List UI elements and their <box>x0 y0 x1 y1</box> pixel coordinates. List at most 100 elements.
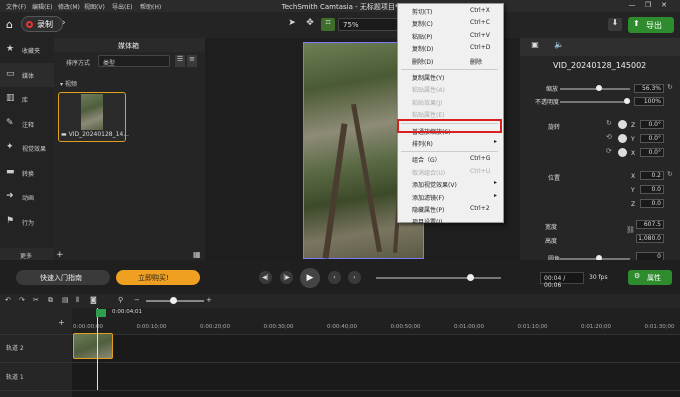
zoom-in-icon[interactable]: + <box>206 296 212 304</box>
playhead[interactable] <box>97 308 98 390</box>
timeline-ruler[interactable] <box>72 308 680 334</box>
scale-field[interactable]: 56.3% <box>634 84 664 93</box>
track-2-label[interactable]: 轨道 2 <box>6 343 24 352</box>
nav-item[interactable]: ▭ 媒体 <box>0 62 54 87</box>
nav-item[interactable]: ⚑ 行为 <box>0 210 54 234</box>
undo-icon[interactable]: ↶ <box>5 296 11 304</box>
menu-item[interactable]: 文件(F) <box>6 2 26 11</box>
reset-icon[interactable]: ↻ <box>667 83 673 91</box>
track-1-label[interactable]: 轨道 1 <box>6 372 24 381</box>
audio-tab-icon[interactable]: 🔈 <box>552 40 566 52</box>
timeline-clip[interactable] <box>73 333 113 359</box>
rotation-z-dial[interactable] <box>618 120 627 129</box>
zoom-icon[interactable]: ⚲ <box>118 296 123 304</box>
nav-item[interactable]: ✎ 注释 <box>0 112 54 136</box>
menu-item-shortcut: Ctrl+X <box>470 7 490 14</box>
buy-now-button[interactable]: 立即购买! <box>116 270 200 285</box>
quick-start-button[interactable]: 快速入门指南 <box>16 270 110 285</box>
menu-item[interactable]: 帮助(H) <box>140 2 161 11</box>
nav-item[interactable]: ▬ 转换 <box>0 161 54 185</box>
grid-view-icon[interactable]: ▦ <box>193 250 205 260</box>
home-icon[interactable]: ⌂ <box>6 18 18 31</box>
maximize-icon[interactable]: ❐ <box>641 1 655 11</box>
play-icon[interactable]: ▶ <box>300 268 320 288</box>
position-z-field[interactable]: 0.0 <box>640 199 664 208</box>
sort-order-icon[interactable]: ≡ <box>187 55 197 67</box>
pan-icon[interactable]: ✥ <box>303 18 317 31</box>
scale-slider[interactable] <box>560 88 630 90</box>
context-menu-item[interactable]: 添加视觉效果(V) ▸ <box>398 178 503 190</box>
copy-icon[interactable]: ⧉ <box>48 296 53 305</box>
chevron-right-icon[interactable]: › <box>62 18 74 30</box>
menu-item[interactable]: 编辑(E) <box>32 2 52 11</box>
minimize-icon[interactable]: — <box>625 1 639 11</box>
nav-item[interactable]: ➜ 动画 <box>0 185 54 209</box>
scrub-bar[interactable] <box>376 277 501 279</box>
zoom-out-icon[interactable]: − <box>134 296 140 304</box>
position-y-field[interactable]: 0.0 <box>640 185 664 194</box>
download-icon[interactable]: ⬇ <box>608 18 622 31</box>
reset-icon[interactable]: ↻ <box>667 170 673 178</box>
time-display: 00:04 / 00:06 <box>540 272 584 289</box>
menu-item[interactable]: 视图(V) <box>84 2 105 11</box>
nav-item[interactable]: ★ 收藏夹 <box>0 38 54 62</box>
sort-select[interactable]: 类型 <box>98 55 170 67</box>
step-forward-icon[interactable]: |▶ <box>280 271 293 284</box>
snapshot-icon[interactable]: ◙ <box>90 296 97 304</box>
arrow-pointer-icon[interactable]: ➤ <box>285 18 299 31</box>
next-icon[interactable]: › <box>348 271 361 284</box>
context-menu-item[interactable]: 组合（G） Ctrl+G <box>398 153 503 165</box>
properties-button[interactable]: ⚙ 属性 <box>628 270 672 285</box>
rotation-x-dial[interactable] <box>618 148 627 157</box>
split-icon[interactable]: ⫴ <box>76 296 79 305</box>
context-menu-item[interactable]: 复制属性(Y) <box>398 71 503 83</box>
redo-icon[interactable]: ↷ <box>19 296 25 304</box>
nav-item[interactable]: ✦ 视觉效果 <box>0 136 54 160</box>
context-menu-item[interactable]: 项目设置(J)... <box>398 215 503 227</box>
close-icon[interactable]: ✕ <box>657 1 671 11</box>
menu-item[interactable]: 导出(E) <box>112 2 132 11</box>
context-menu-item[interactable]: 粘贴(P) Ctrl+V <box>398 30 503 42</box>
timeline-zoom-knob[interactable] <box>170 297 177 304</box>
context-menu-item[interactable]: 删除(D) 删除 <box>398 55 503 67</box>
width-field[interactable]: 607.5 <box>636 220 664 229</box>
nav-item-label: 动画 <box>22 195 35 202</box>
position-x-field[interactable]: 0.2 <box>640 171 664 180</box>
context-menu-item[interactable]: 复制(D) Ctrl+D <box>398 42 503 54</box>
track-divider <box>0 362 680 363</box>
context-menu-item[interactable]: 复制(C) Ctrl+C <box>398 17 503 29</box>
record-button[interactable]: 录制 <box>21 16 63 32</box>
crop-icon[interactable]: ⌗ <box>321 18 335 31</box>
scrub-knob[interactable] <box>466 274 474 281</box>
context-menu-item[interactable]: 排列(R) ▸ <box>398 137 503 149</box>
cut-icon[interactable]: ✂ <box>33 296 39 304</box>
menu-item[interactable]: 修改(M) <box>58 2 80 11</box>
add-icon[interactable]: + <box>56 250 64 260</box>
video-section-header[interactable]: ▾ 视频 <box>60 79 77 88</box>
rotation-label: 旋转 <box>548 124 561 131</box>
opacity-slider-knob[interactable] <box>624 98 630 104</box>
paste-icon[interactable]: ▤ <box>62 296 69 304</box>
nav-item[interactable]: ▥ 库 <box>0 87 54 111</box>
zoom-select[interactable]: 75% <box>338 18 398 31</box>
previous-icon[interactable]: ‹ <box>328 271 341 284</box>
rotation-y-dial[interactable] <box>618 134 627 143</box>
opacity-slider[interactable] <box>560 101 630 103</box>
playhead-handle[interactable] <box>96 309 106 317</box>
video-tab-icon[interactable]: ▣ <box>528 40 542 52</box>
add-track-icon[interactable]: + <box>58 318 65 327</box>
context-menu-item[interactable]: 隐藏属性(P) Ctrl+2 <box>398 203 503 215</box>
export-button[interactable]: ⬆ 导出 <box>628 17 674 33</box>
opacity-field[interactable]: 100% <box>634 97 664 106</box>
submenu-arrow-icon: ▸ <box>494 138 498 145</box>
rotation-z-field[interactable]: 0.0° <box>640 120 664 129</box>
rotation-y-field[interactable]: 0.0° <box>640 134 664 143</box>
lock-icon[interactable]: ⛓ <box>626 226 635 234</box>
rotation-x-field[interactable]: 0.0° <box>640 148 664 157</box>
context-menu-item[interactable]: 添加滤镜(F) ▸ <box>398 191 503 203</box>
step-back-icon[interactable]: ◀| <box>259 271 272 284</box>
height-field[interactable]: 1,080.0 <box>636 234 664 243</box>
record-label: 录制 <box>37 20 53 29</box>
details-view-icon[interactable]: ☰ <box>175 55 185 67</box>
context-menu-item[interactable]: 剪切(T) Ctrl+X <box>398 5 503 17</box>
